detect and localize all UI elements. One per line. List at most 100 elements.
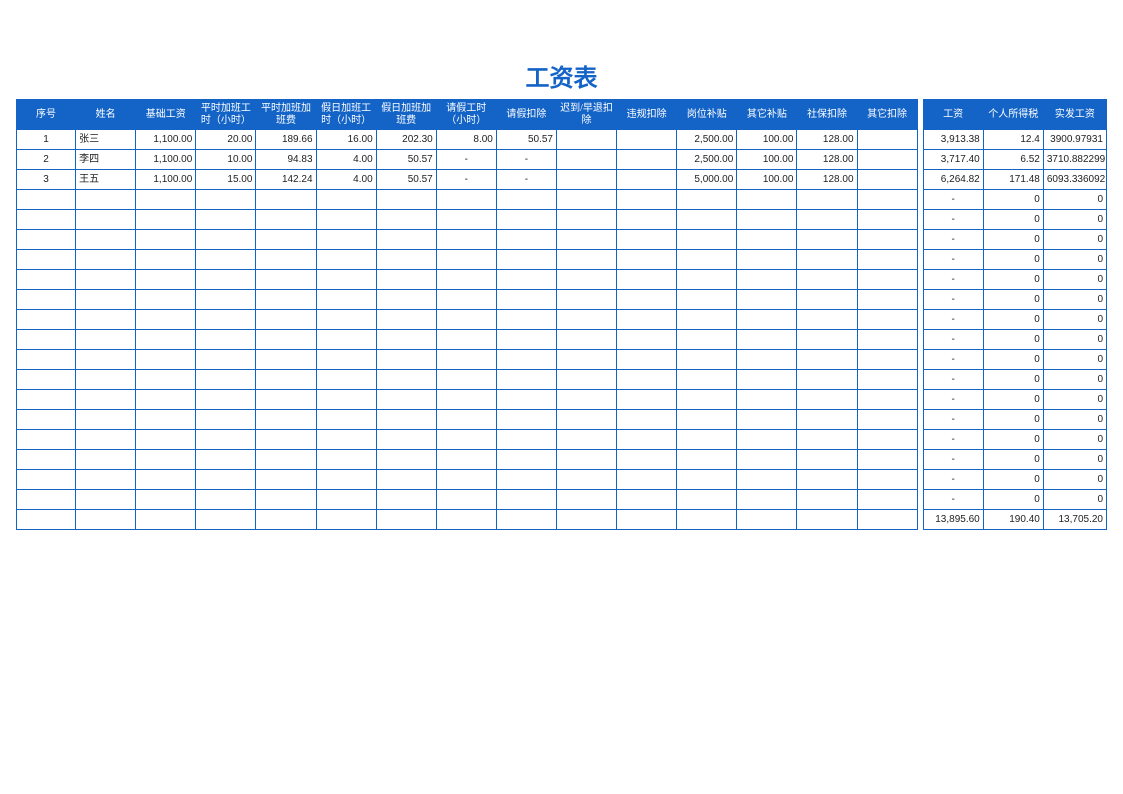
total-cell — [376, 510, 436, 530]
cell: 0 — [983, 490, 1043, 510]
cell — [376, 330, 436, 350]
cell: 0 — [983, 230, 1043, 250]
page-title: 工资表 — [16, 58, 1107, 93]
cell — [677, 210, 737, 230]
cell — [316, 350, 376, 370]
cell: 12.4 — [983, 130, 1043, 150]
cell — [617, 430, 677, 450]
cell — [196, 490, 256, 510]
cell — [256, 330, 316, 350]
cell — [857, 370, 917, 390]
cell: 2,500.00 — [677, 130, 737, 150]
cell: 5,000.00 — [677, 170, 737, 190]
cell — [76, 210, 136, 230]
cell — [256, 310, 316, 330]
cell: 0 — [983, 190, 1043, 210]
cell — [376, 410, 436, 430]
cell — [857, 330, 917, 350]
cell: 0 — [1043, 330, 1106, 350]
cell — [256, 190, 316, 210]
cell — [556, 130, 616, 150]
cell — [496, 370, 556, 390]
cell: 4.00 — [316, 150, 376, 170]
col-header: 平时加班加班费 — [256, 100, 316, 130]
cell — [136, 490, 196, 510]
cell: 0 — [983, 290, 1043, 310]
cell: - — [923, 450, 983, 470]
cell — [136, 450, 196, 470]
cell — [677, 310, 737, 330]
table-row: -00 — [17, 450, 1107, 470]
cell — [76, 310, 136, 330]
cell: 3,913.38 — [923, 130, 983, 150]
cell — [316, 430, 376, 450]
cell — [737, 470, 797, 490]
table-row: -00 — [17, 410, 1107, 430]
cell — [376, 490, 436, 510]
table-row: -00 — [17, 290, 1107, 310]
cell — [316, 250, 376, 270]
cell — [76, 270, 136, 290]
col-header: 社保扣除 — [797, 100, 857, 130]
col-header: 其它扣除 — [857, 100, 917, 130]
cell — [196, 230, 256, 250]
cell — [256, 250, 316, 270]
cell — [436, 410, 496, 430]
cell — [136, 350, 196, 370]
cell: 50.57 — [376, 170, 436, 190]
cell — [316, 290, 376, 310]
cell: - — [436, 170, 496, 190]
cell: 王五 — [76, 170, 136, 190]
cell — [376, 370, 436, 390]
cell — [797, 230, 857, 250]
cell: - — [496, 170, 556, 190]
table-row: 2李四1,100.0010.0094.834.0050.57--2,500.00… — [17, 150, 1107, 170]
cell — [556, 230, 616, 250]
table-header-row: 序号姓名基础工资平时加班工时（小时）平时加班加班费假日加班工时（小时）假日加班加… — [17, 100, 1107, 130]
cell — [136, 370, 196, 390]
cell — [556, 410, 616, 430]
col-header: 其它补贴 — [737, 100, 797, 130]
cell — [797, 430, 857, 450]
table-row: -00 — [17, 190, 1107, 210]
cell — [196, 370, 256, 390]
cell — [617, 250, 677, 270]
cell: - — [923, 190, 983, 210]
cell — [136, 210, 196, 230]
cell — [256, 470, 316, 490]
cell — [857, 130, 917, 150]
cell — [496, 410, 556, 430]
cell — [196, 450, 256, 470]
cell — [556, 270, 616, 290]
cell — [196, 350, 256, 370]
cell — [857, 450, 917, 470]
cell — [196, 250, 256, 270]
cell — [76, 330, 136, 350]
cell — [677, 190, 737, 210]
cell — [256, 210, 316, 230]
cell — [617, 490, 677, 510]
cell — [316, 470, 376, 490]
cell: 0 — [983, 250, 1043, 270]
cell: 1,100.00 — [136, 130, 196, 150]
cell — [17, 190, 76, 210]
total-cell: 13,895.60 — [923, 510, 983, 530]
total-cell — [857, 510, 917, 530]
cell — [76, 490, 136, 510]
cell — [857, 490, 917, 510]
cell: 0 — [983, 210, 1043, 230]
cell — [677, 370, 737, 390]
cell — [376, 290, 436, 310]
cell — [556, 330, 616, 350]
cell — [76, 230, 136, 250]
cell — [316, 270, 376, 290]
cell — [737, 230, 797, 250]
cell — [76, 370, 136, 390]
cell — [617, 470, 677, 490]
cell — [677, 330, 737, 350]
cell: 0 — [1043, 270, 1106, 290]
cell — [677, 450, 737, 470]
cell: 1,100.00 — [136, 170, 196, 190]
cell: 100.00 — [737, 170, 797, 190]
cell: - — [923, 370, 983, 390]
